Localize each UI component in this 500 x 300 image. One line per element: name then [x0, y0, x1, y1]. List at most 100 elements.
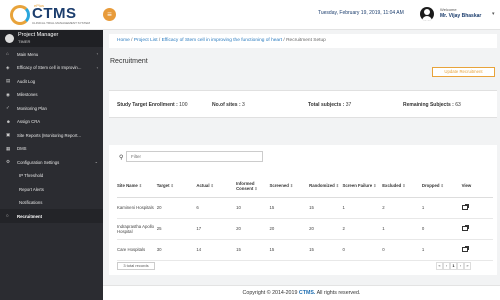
sidebar-item-ip-threshold[interactable]: IP Threshold [0, 169, 103, 183]
current-datetime: Tuesday, February 19, 2019, 11:04 AM [318, 10, 404, 16]
sort-icon[interactable]: ⇕ [441, 183, 444, 188]
sidebar-item-label: Assign CRA [17, 119, 41, 124]
table-cell: 20 [269, 218, 310, 240]
column-header[interactable]: Target⇕ [156, 175, 197, 198]
recruitment-table: Site Name⇕ Target⇕ Actual⇕ Informed Consent… [117, 175, 493, 261]
top-header: ePlus CTMS CLINICAL TRIAL MANAGEMENT SYS… [0, 0, 500, 30]
sidebar-item-label: Efficacy of Stem cell in Improvin... [17, 65, 82, 70]
sidebar-item-label: Milestones [17, 92, 38, 97]
recruitment-summary: Study Target Enrollment : 100 No.of site… [109, 90, 497, 118]
external-link-icon[interactable] [461, 245, 469, 252]
table-cell: 0 [342, 239, 383, 261]
pager-current[interactable]: 1 [450, 262, 457, 270]
sidebar-item-label: Site Reports (Monitoring Report... [17, 132, 82, 138]
site-name-cell: Care Hospitals [117, 239, 157, 261]
column-header[interactable]: Dropped⇕ [421, 175, 462, 198]
pager-first[interactable]: « [436, 262, 443, 270]
sidebar: Project Manager TIMER ⌂ Main Menu ‹ ◈ Effica… [0, 30, 103, 300]
table-cell: 20 [309, 218, 343, 240]
column-header-label: Site Name [117, 183, 138, 189]
column-header[interactable]: Screened⇕ [269, 175, 310, 198]
update-recruitment-button[interactable]: Update Recruitment [432, 67, 495, 77]
sidebar-item-audit-log[interactable]: ▤ Audit Log [0, 74, 103, 88]
column-header[interactable]: Informed Consent⇕ [236, 175, 270, 198]
breadcrumb: Home / Project List / Efficacy of Stem c… [109, 34, 497, 48]
table-cell: 15 [309, 239, 343, 261]
column-header-label: Screened [269, 183, 289, 189]
recruitment-table-card: ⚲ Site Name⇕Target⇕Actual⇕Informed Conse… [109, 145, 497, 275]
view-cell [461, 239, 493, 261]
sidebar-header: Project Manager TIMER [0, 30, 103, 47]
column-header[interactable]: View [461, 175, 493, 198]
user-role-icon [5, 34, 14, 43]
footer-brand[interactable]: CTMS. [299, 290, 315, 296]
menu-toggle-icon[interactable]: ≡ [103, 8, 116, 21]
sort-icon[interactable]: ⇕ [211, 183, 214, 188]
table-body: Kamineni Hospitals 20 6 10 15 15 1 2 1 Indraprast… [117, 197, 493, 261]
column-header[interactable]: Excluded⇕ [382, 175, 422, 198]
sidebar-item-recruitment[interactable]: ○ Recruitment [0, 209, 103, 223]
sidebar-item-report-alerts[interactable]: Report Alerts [0, 182, 103, 196]
sidebar-item-main-menu[interactable]: ⌂ Main Menu ‹ [0, 47, 103, 61]
sidebar-item-label: DMS [17, 146, 27, 151]
external-link-icon[interactable] [461, 203, 469, 210]
enrollment-value: 100 [179, 102, 188, 108]
filter-input[interactable] [126, 151, 263, 162]
total-subjects-label: Total subjects : [308, 102, 345, 108]
table-cell: 20 [236, 218, 270, 240]
table-cell: 1 [421, 239, 462, 261]
chevron-icon: ‹ [96, 64, 98, 70]
sidebar-item-label: Main Menu [17, 51, 39, 57]
sort-icon[interactable]: ⇕ [171, 183, 174, 188]
enrollment-label: Study Target Enrollment : [117, 102, 178, 108]
sort-icon[interactable]: ⇕ [290, 183, 293, 188]
column-header[interactable]: Randomized⇕ [309, 175, 343, 198]
table-cell: 2 [342, 218, 383, 240]
sort-icon[interactable]: ⇕ [373, 183, 376, 188]
logo-text: CTMS [32, 5, 77, 22]
external-link-icon[interactable] [461, 224, 469, 231]
table-cell: 30 [156, 239, 197, 261]
table-cell: 15 [269, 197, 310, 219]
sidebar-item-milestones[interactable]: ◉ Milestones [0, 88, 103, 102]
table-cell: 25 [156, 218, 197, 240]
pager-prev[interactable]: ‹ [443, 262, 450, 270]
column-header[interactable]: Actual⇕ [196, 175, 237, 198]
table-cell: 1 [382, 218, 422, 240]
breadcrumb-project-list[interactable]: Project List [134, 38, 158, 43]
milestone-icon: ◉ [6, 91, 10, 97]
sort-icon[interactable]: ⇕ [336, 183, 339, 188]
sidebar-item-site-reports-monitoring-report[interactable]: ▣ Site Reports (Monitoring Report... [0, 128, 103, 142]
sort-icon[interactable]: ⇕ [139, 183, 142, 188]
page-title: Recruitment [110, 58, 148, 65]
chevron-down-icon[interactable]: ▾ [492, 11, 495, 17]
table-cell: 2 [382, 197, 422, 219]
column-header[interactable]: Screen Failure⇕ [342, 175, 383, 198]
sidebar-item-label: Recruitment [17, 213, 43, 219]
sites-value: 3 [242, 102, 245, 108]
user-avatar[interactable] [420, 7, 434, 21]
sidebar-role-title: Project Manager [18, 32, 59, 38]
pager-last[interactable]: » [464, 262, 471, 270]
table-cell: 10 [236, 197, 270, 219]
user-name[interactable]: Mr. Vijay Bhaskar [440, 13, 481, 19]
breadcrumb-separator: / [283, 38, 285, 43]
sidebar-item-monitoring-plan[interactable]: ✓ Monitoring Plan [0, 101, 103, 115]
sidebar-item-label: Notifications [19, 200, 43, 205]
sidebar-item-efficacy-of-stem-cell-in-improvin[interactable]: ◈ Efficacy of Stem cell in Improvin... ‹ [0, 61, 103, 75]
sidebar-item-configuration-settings[interactable]: ⚙ Configuration Settings ⌄ [0, 155, 103, 169]
sidebar-item-dms[interactable]: ▦ DMS [0, 142, 103, 156]
column-header[interactable]: Site Name⇕ [117, 175, 157, 198]
sidebar-item-notifications[interactable]: Notifications [0, 196, 103, 210]
sidebar-item-assign-cra[interactable]: ☻ Assign CRA [0, 115, 103, 129]
table-cell: 15 [236, 239, 270, 261]
sort-icon[interactable]: ⇕ [254, 186, 257, 191]
ctms-logo[interactable]: ePlus CTMS CLINICAL TRIAL MANAGEMENT SYS… [6, 3, 106, 27]
table-cell: 1 [421, 197, 462, 219]
sort-icon[interactable]: ⇕ [402, 183, 405, 188]
breadcrumb-study[interactable]: Efficacy of Stem cell in improving the f… [162, 38, 282, 43]
assign-icon: ☻ [6, 118, 11, 124]
breadcrumb-home[interactable]: Home [117, 38, 130, 43]
pager-next[interactable]: › [457, 262, 464, 270]
column-header-label: Actual [196, 183, 210, 189]
